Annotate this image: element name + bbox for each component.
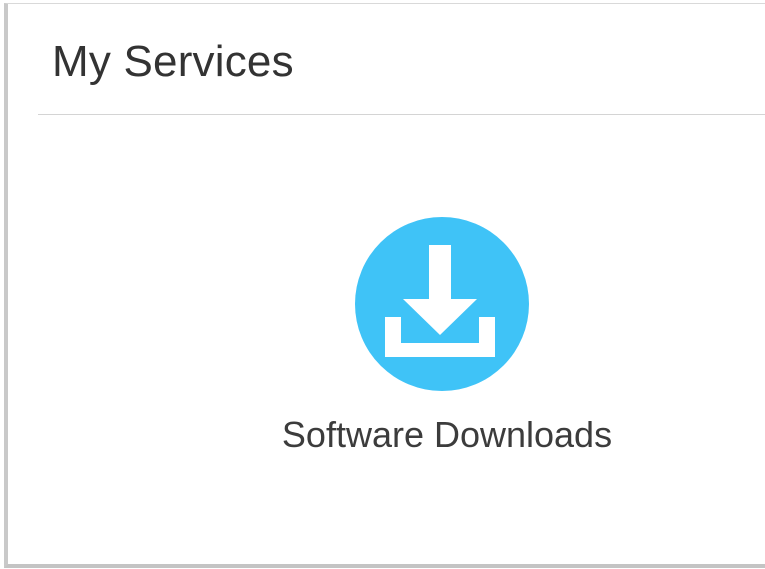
download-icon-glyph <box>385 245 495 357</box>
panel-title: My Services <box>52 37 294 86</box>
software-downloads-tile[interactable]: Software Downloads <box>240 209 630 469</box>
download-icon[interactable] <box>355 217 529 391</box>
my-services-panel: My Services Software Downloads <box>4 3 765 568</box>
service-label: Software Downloads <box>281 414 613 455</box>
